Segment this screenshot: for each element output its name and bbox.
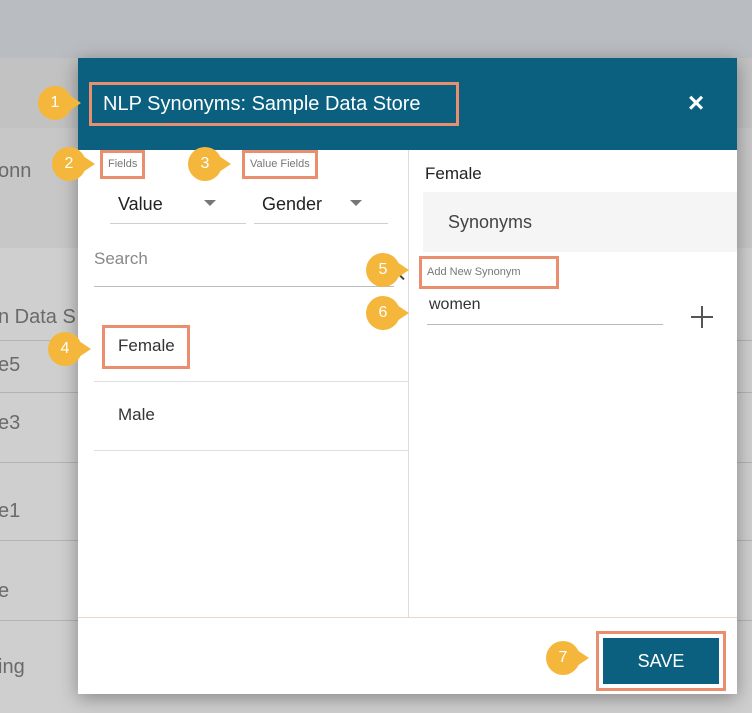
- callout-marker-2: 2: [52, 147, 95, 181]
- add-synonym-plus-icon[interactable]: [691, 305, 715, 329]
- callout-marker-3: 3: [188, 147, 231, 181]
- background-text: onn: [0, 160, 32, 182]
- callout-marker-6: 6: [366, 296, 409, 330]
- list-item-label: Female: [118, 336, 175, 355]
- value-field-dropdown[interactable]: Gender: [254, 190, 388, 224]
- synonyms-header-label: Synonyms: [448, 212, 533, 232]
- value-fields-label: Value Fields: [242, 150, 318, 179]
- list-item-male[interactable]: Male: [94, 381, 408, 451]
- close-icon[interactable]: ×: [681, 88, 711, 118]
- search-input[interactable]: [94, 248, 354, 270]
- background-text: n Data S: [0, 306, 76, 328]
- fields-pane: Fields Value Fields Value Gender Female …: [78, 150, 409, 617]
- modal-header: NLP Synonyms: Sample Data Store ×: [78, 58, 737, 150]
- value-field-dropdown-value: Gender: [262, 194, 323, 214]
- synonyms-header: Synonyms: [423, 192, 737, 252]
- save-button[interactable]: SAVE: [603, 638, 719, 684]
- chevron-down-icon: [350, 200, 362, 206]
- background-header: [0, 0, 752, 58]
- callout-marker-7: 7: [546, 641, 589, 675]
- background-text: e1: [0, 500, 21, 522]
- synonym-input[interactable]: [429, 294, 659, 316]
- synonyms-pane: Female Synonyms Add New Synonym: [409, 150, 737, 617]
- search-box: [94, 246, 401, 287]
- selected-value-title: Female: [425, 164, 482, 183]
- callout-marker-5: 5: [366, 253, 409, 287]
- callout-marker-4: 4: [48, 332, 91, 366]
- background-text: e: [0, 580, 10, 602]
- save-button-highlight: SAVE: [596, 631, 726, 691]
- chevron-down-icon: [204, 200, 216, 206]
- list-item-label: Male: [118, 405, 155, 424]
- modal-title: NLP Synonyms: Sample Data Store: [89, 82, 459, 126]
- background-text: e3: [0, 412, 21, 434]
- fields-label: Fields: [100, 150, 146, 179]
- field-dropdown[interactable]: Value: [110, 190, 246, 224]
- nlp-synonyms-modal: NLP Synonyms: Sample Data Store × Fields…: [78, 58, 737, 694]
- list-item-female[interactable]: Female: [94, 312, 408, 382]
- field-dropdown-value: Value: [118, 194, 163, 214]
- background-text: ing: [0, 656, 25, 678]
- background-text: e5: [0, 354, 21, 376]
- callout-marker-1: 1: [38, 86, 81, 120]
- modal-footer: SAVE: [78, 617, 737, 695]
- synonym-field: [427, 284, 663, 325]
